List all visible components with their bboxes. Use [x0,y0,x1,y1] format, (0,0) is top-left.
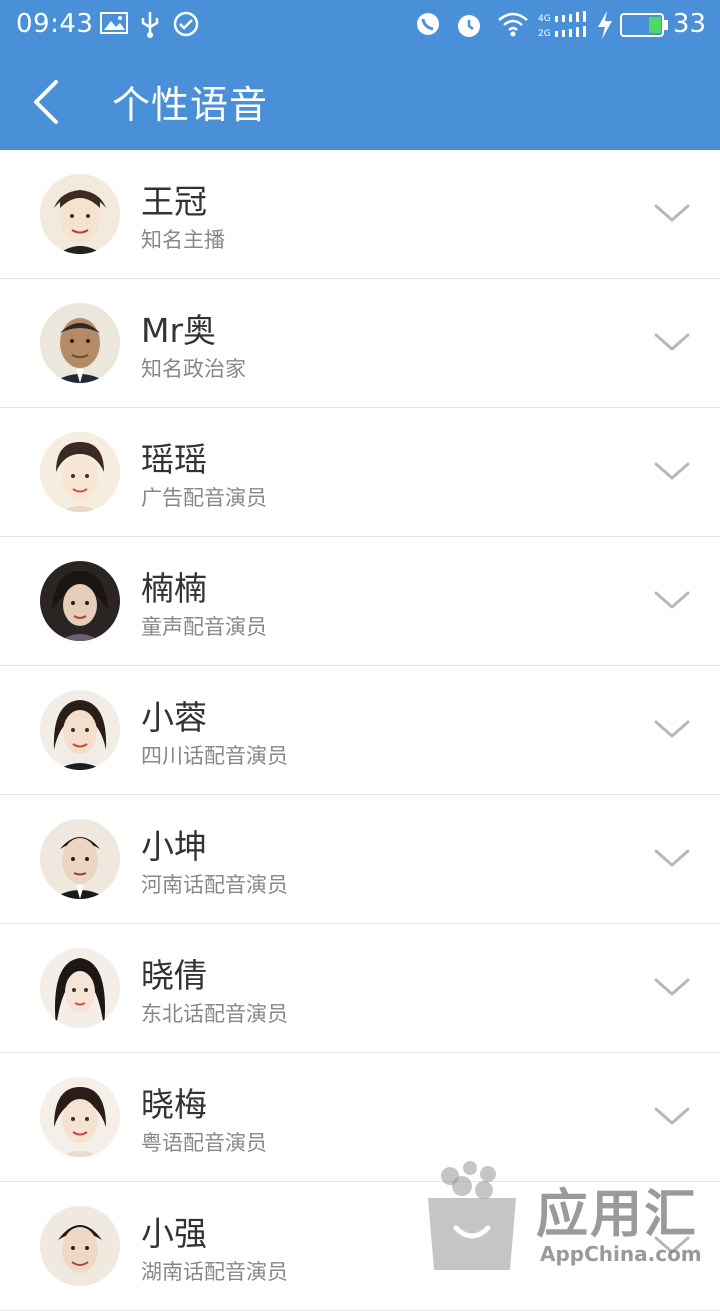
voice-item-8[interactable]: 小强 湖南话配音演员 [0,1182,720,1311]
voice-list: 王冠 知名主播 Mr奥 知名政治家 瑶瑶 广告配音演员 楠楠 童声配音演员 小蓉… [0,150,720,1311]
status-time: 09:43 [16,9,94,39]
voice-item-5[interactable]: 小坤 河南话配音演员 [0,795,720,924]
voice-item-1[interactable]: Mr奥 知名政治家 [0,279,720,408]
alarm-icon [458,15,480,37]
avatar [40,819,120,899]
wifi-icon [498,12,528,37]
check-circle-icon [173,11,199,37]
voice-name: 小蓉 [141,698,207,737]
back-button[interactable] [18,72,78,132]
avatar-portrait [40,690,120,770]
voice-item-7[interactable]: 晓梅 粤语配音演员 [0,1053,720,1182]
image-icon [100,12,128,34]
voice-name: 晓倩 [141,956,207,995]
voice-name: 楠楠 [141,569,207,608]
voice-name: 小坤 [141,827,207,866]
voice-description: 知名主播 [141,228,225,252]
charging-icon [598,11,612,39]
back-arrow-icon [34,80,58,124]
voice-item-4[interactable]: 小蓉 四川话配音演员 [0,666,720,795]
page-title: 个性语音 [112,83,269,127]
voice-name: 晓梅 [141,1085,207,1124]
voice-description: 粤语配音演员 [141,1131,267,1155]
voice-description: 四川话配音演员 [141,744,288,768]
voice-item-3[interactable]: 楠楠 童声配音演员 [0,537,720,666]
avatar [40,1206,120,1286]
avatar [40,948,120,1028]
chevron-down-icon[interactable] [654,1232,690,1258]
chevron-down-icon[interactable] [654,974,690,1000]
svg-text:4G: 4G [538,14,551,24]
avatar [40,690,120,770]
voice-item-2[interactable]: 瑶瑶 广告配音演员 [0,408,720,537]
avatar [40,1077,120,1157]
voice-name: 王冠 [141,182,207,221]
chevron-down-icon[interactable] [654,716,690,742]
avatar [40,561,120,641]
voice-description: 知名政治家 [141,357,246,381]
chevron-down-icon[interactable] [654,200,690,226]
avatar-portrait [40,174,120,254]
voice-description: 湖南话配音演员 [141,1260,288,1284]
app-header: 个性语音 [0,50,720,150]
avatar-portrait [40,948,120,1028]
voice-description: 广告配音演员 [141,486,267,510]
avatar-portrait [40,432,120,512]
voice-item-6[interactable]: 晓倩 东北话配音演员 [0,924,720,1053]
avatar-portrait [40,1206,120,1286]
avatar-portrait [40,819,120,899]
voice-name: 瑶瑶 [141,440,207,479]
phone-icon [417,13,439,35]
chevron-down-icon[interactable] [654,587,690,613]
voice-description: 东北话配音演员 [141,1002,288,1026]
chevron-down-icon[interactable] [654,458,690,484]
chevron-down-icon[interactable] [654,845,690,871]
avatar-portrait [40,1077,120,1157]
voice-name: Mr奥 [141,311,217,350]
avatar [40,174,120,254]
voice-item-0[interactable]: 王冠 知名主播 [0,150,720,279]
battery-icon [620,13,668,37]
voice-description: 童声配音演员 [141,615,267,639]
usb-icon [141,12,159,38]
signal-icon: 4G 2G [538,11,586,39]
avatar-portrait [40,561,120,641]
avatar [40,432,120,512]
status-bar: 09:43 4G 2G 33 [0,0,720,50]
battery-level: 33 [672,9,706,39]
avatar [40,303,120,383]
voice-description: 河南话配音演员 [141,873,288,897]
chevron-down-icon[interactable] [654,329,690,355]
voice-name: 小强 [141,1214,207,1253]
avatar-portrait [40,303,120,383]
chevron-down-icon[interactable] [654,1103,690,1129]
svg-text:2G: 2G [538,29,551,39]
